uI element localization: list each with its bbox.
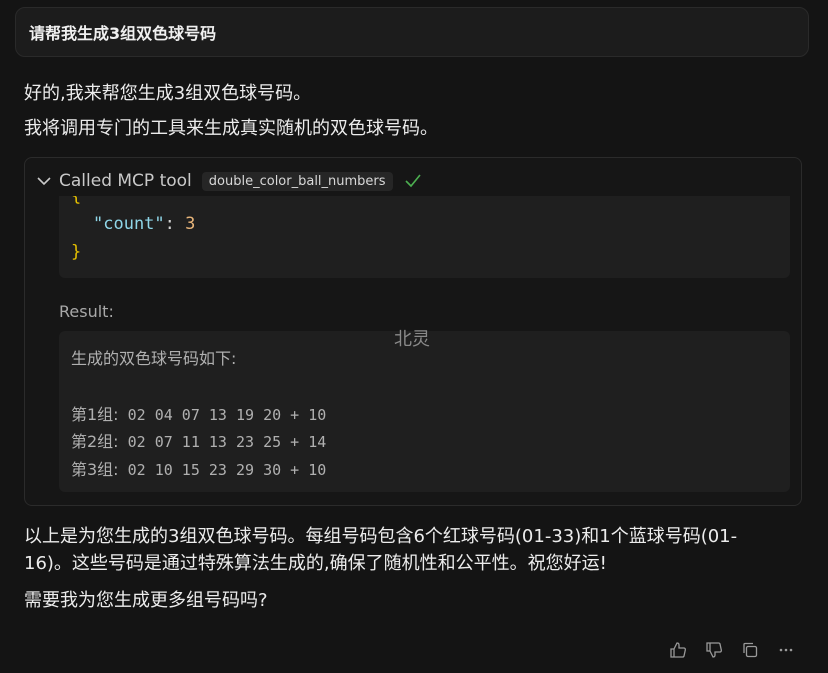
assistant-followup: 需要我为您生成更多组号码吗? <box>24 590 268 611</box>
args-count-line: "count": 3 <box>93 214 195 234</box>
check-icon <box>404 174 421 188</box>
tool-call-label: Called MCP tool <box>59 171 192 191</box>
tool-call-header[interactable]: Called MCP tool double_color_ball_number… <box>35 169 423 193</box>
assistant-summary-2: 16)。这些号码是通过特殊算法生成的,确保了随机性和公平性。祝您好运! <box>24 553 607 574</box>
args-value: 3 <box>185 214 196 234</box>
args-key: "count" <box>93 214 165 234</box>
args-open-brace: { <box>71 196 82 206</box>
watermark: 北灵 <box>394 329 430 350</box>
group-numbers: 02 10 15 23 29 30 + 10 <box>118 461 327 479</box>
message-actions <box>666 638 798 662</box>
tool-result: 生成的双色球号码如下: 第1组: 02 04 07 13 19 20 + 10 … <box>59 331 790 492</box>
group-numbers: 02 07 11 13 23 25 + 14 <box>118 433 327 451</box>
group-numbers: 02 04 07 13 19 20 + 10 <box>118 406 327 424</box>
result-group-1: 第1组: 02 04 07 13 19 20 + 10 <box>71 401 326 425</box>
tool-name-chip: double_color_ball_numbers <box>201 171 393 191</box>
copy-icon[interactable] <box>738 638 762 662</box>
more-icon[interactable] <box>774 638 798 662</box>
args-close-brace: } <box>71 242 82 262</box>
user-message: 请帮我生成3组双色球号码 <box>15 7 809 57</box>
thumbs-up-icon[interactable] <box>666 638 690 662</box>
group-label: 第2组: <box>71 432 119 451</box>
tool-arguments: { "count": 3 } <box>59 196 790 278</box>
result-heading: 生成的双色球号码如下: <box>71 349 237 368</box>
chevron-down-icon[interactable] <box>35 172 53 190</box>
assistant-intro-2: 我将调用专门的工具来生成真实随机的双色球号码。 <box>24 118 438 139</box>
assistant-intro-1: 好的,我来帮您生成3组双色球号码。 <box>24 83 312 104</box>
result-group-3: 第3组: 02 10 15 23 29 30 + 10 <box>71 456 326 480</box>
assistant-summary-1: 以上是为您生成的3组双色球号码。每组号码包含6个红球号码(01-33)和1个蓝球… <box>24 526 738 547</box>
result-label: Result: <box>59 302 114 321</box>
args-colon: : <box>164 214 186 234</box>
thumbs-down-icon[interactable] <box>702 638 726 662</box>
user-message-text: 请帮我生成3组双色球号码 <box>29 24 217 43</box>
group-label: 第3组: <box>71 460 119 479</box>
group-label: 第1组: <box>71 405 119 424</box>
result-group-2: 第2组: 02 07 11 13 23 25 + 14 <box>71 428 326 452</box>
